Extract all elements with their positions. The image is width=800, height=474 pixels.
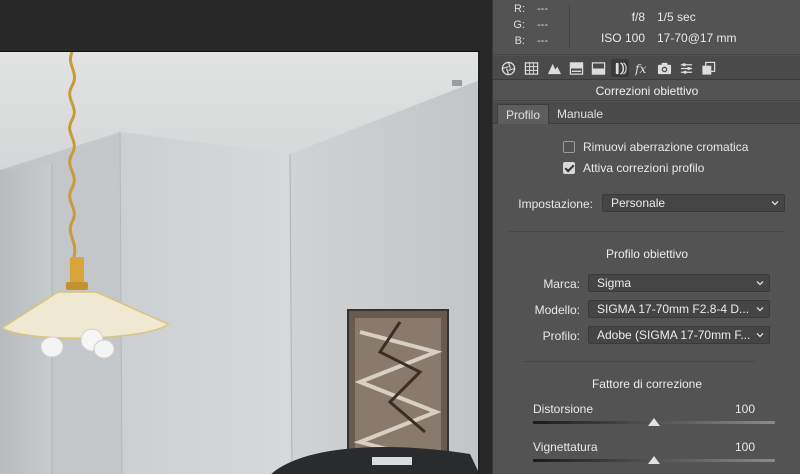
shutter-value: 1/5 sec (657, 10, 696, 24)
separator (523, 361, 755, 362)
remove-chromatic-aberration-checkbox[interactable]: Rimuovi aberrazione cromatica (563, 140, 748, 154)
fx-icon[interactable]: fx (633, 59, 651, 77)
model-label: Modello: (534, 303, 580, 317)
split-tone-icon[interactable] (567, 59, 585, 77)
panel-toolbar: fx (493, 56, 800, 80)
panel-title: Correzioni obiettivo (493, 81, 800, 101)
photo-preview[interactable] (0, 51, 480, 474)
tab-manuale[interactable]: Manuale (549, 104, 611, 124)
chevron-down-icon (756, 307, 764, 312)
setting-label: Impostazione: (518, 197, 593, 211)
camera-icon[interactable] (655, 59, 673, 77)
svg-text:fx: fx (635, 62, 647, 76)
checkbox-checked-icon[interactable] (563, 162, 575, 174)
rgb-label-b: B: (514, 35, 525, 47)
rgb-value-b: --- (537, 35, 548, 47)
vignetting-label: Vignettatura (533, 440, 598, 454)
remove-chromatic-aberration-label: Rimuovi aberrazione cromatica (583, 140, 749, 154)
panel-tabs: Profilo Manuale (493, 102, 800, 124)
model-select[interactable]: SIGMA 17-70mm F2.8-4 D... (588, 300, 770, 318)
profile-label: Profilo: (542, 329, 580, 343)
aperture-icon[interactable] (499, 59, 517, 77)
lens-profile-title: Profilo obiettivo (605, 247, 689, 261)
aperture-value: f/8 (631, 10, 645, 24)
rgb-readout-g: G: --- (511, 19, 548, 31)
sliders-icon[interactable] (677, 59, 695, 77)
correction-factor-title: Fattore di correzione (591, 377, 703, 391)
separator (509, 231, 785, 232)
profile-select[interactable]: Adobe (SIGMA 17-70mm F... (588, 326, 770, 344)
rgb-label-r: R: (514, 3, 525, 15)
chevron-down-icon (771, 201, 779, 206)
detail-icon[interactable] (589, 59, 607, 77)
vignetting-value[interactable]: 100 (723, 440, 755, 454)
rgb-value-g: --- (537, 19, 548, 31)
rgb-readout-b: B: --- (511, 35, 548, 47)
distortion-label: Distorsione (533, 402, 594, 416)
vignetting-slider-thumb[interactable] (648, 456, 660, 464)
model-select-value: SIGMA 17-70mm F2.8-4 D... (597, 302, 750, 316)
chevron-down-icon (756, 281, 764, 286)
distortion-value[interactable]: 100 (723, 402, 755, 416)
make-select-value: Sigma (597, 276, 632, 290)
image-canvas[interactable] (0, 0, 492, 474)
setting-select-value: Personale (611, 196, 666, 210)
make-select[interactable]: Sigma (588, 274, 770, 292)
iso-value: ISO 100 (600, 31, 645, 45)
rgb-readout-r: R: --- (511, 3, 548, 15)
info-divider (569, 4, 570, 48)
profile-select-value: Adobe (SIGMA 17-70mm F... (597, 328, 751, 342)
rgb-value-r: --- (537, 3, 548, 15)
grid-icon[interactable] (522, 59, 540, 77)
presets-icon[interactable] (699, 59, 717, 77)
enable-profile-corrections-label: Attiva correzioni profilo (583, 161, 705, 175)
mountain-icon[interactable] (545, 59, 563, 77)
make-label: Marca: (543, 277, 580, 291)
rgb-label-g: G: (513, 19, 525, 31)
checkbox-unchecked-icon[interactable] (563, 141, 575, 153)
photo-image (0, 52, 480, 474)
lens-value: 17-70@17 mm (657, 31, 737, 45)
tab-profilo[interactable]: Profilo (497, 104, 550, 124)
lens-icon[interactable] (611, 59, 629, 77)
distortion-slider-thumb[interactable] (648, 418, 660, 426)
enable-profile-corrections-checkbox[interactable]: Attiva correzioni profilo (563, 161, 704, 175)
panel-content: Rimuovi aberrazione cromatica Attiva cor… (493, 124, 800, 474)
image-info-bar: R: --- G: --- B: --- f/8 1/5 sec ISO 100 17… (493, 0, 800, 55)
adjustments-panel: R: --- G: --- B: --- f/8 1/5 sec ISO 100 17… (492, 0, 800, 474)
chevron-down-icon (756, 333, 764, 338)
setting-select[interactable]: Personale (602, 194, 785, 212)
